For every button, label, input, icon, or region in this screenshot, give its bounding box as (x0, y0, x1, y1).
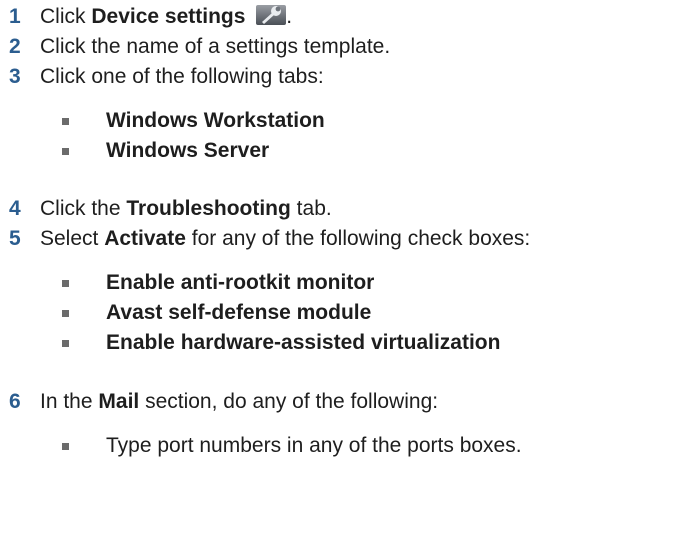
list-item: Windows Server (0, 136, 269, 166)
step-2: 2 Click the name of a settings template. (0, 32, 390, 62)
step-text: In the Mail section, do any of the follo… (40, 390, 439, 413)
instructions-document: 1 Click Device settings . 2 Click the na… (0, 0, 683, 537)
bullet-icon (62, 442, 69, 450)
step-1: 1 Click Device settings . (0, 2, 292, 32)
step-text: Click Device settings . (40, 4, 293, 28)
list-item: Windows Workstation (0, 106, 325, 136)
step-number: 1 (9, 5, 21, 28)
step-text: Click the name of a settings template. (40, 35, 391, 58)
mail-option-text: Type port numbers in any of the ports bo… (106, 434, 522, 457)
tab-name: Windows Workstation (106, 109, 325, 132)
step-text: Select Activate for any of the following… (40, 227, 531, 250)
checkbox-name: Enable anti-rootkit monitor (106, 271, 375, 294)
wrench-icon (256, 4, 287, 25)
bullet-icon (62, 339, 69, 347)
step-5: 5 Select Activate for any of the followi… (0, 224, 530, 254)
step-4: 4 Click the Troubleshooting tab. (0, 194, 332, 224)
step-3: 3 Click one of the following tabs: (0, 62, 324, 92)
step-number: 6 (9, 390, 21, 413)
device-settings-label: Device settings (91, 5, 246, 28)
checkbox-name: Enable hardware-assisted virtualization (106, 331, 501, 354)
step-number: 5 (9, 227, 21, 250)
tab-name: Windows Server (106, 139, 270, 162)
bullet-icon (62, 309, 69, 317)
bullet-icon (62, 279, 69, 287)
step-number: 3 (9, 65, 21, 88)
list-item: Type port numbers in any of the ports bo… (0, 431, 522, 461)
step-number: 4 (9, 197, 21, 220)
list-item: Enable hardware-assisted virtualization (0, 328, 500, 358)
step-text: Click one of the following tabs: (40, 65, 324, 88)
step-text: Click the Troubleshooting tab. (40, 197, 332, 220)
list-item: Avast self-defense module (0, 298, 371, 328)
step-number: 2 (9, 35, 21, 58)
list-item: Enable anti-rootkit monitor (0, 268, 374, 298)
bullet-icon (62, 147, 69, 155)
checkbox-name: Avast self-defense module (106, 301, 372, 324)
bullet-icon (62, 117, 69, 125)
step-6: 6 In the Mail section, do any of the fol… (0, 387, 438, 417)
